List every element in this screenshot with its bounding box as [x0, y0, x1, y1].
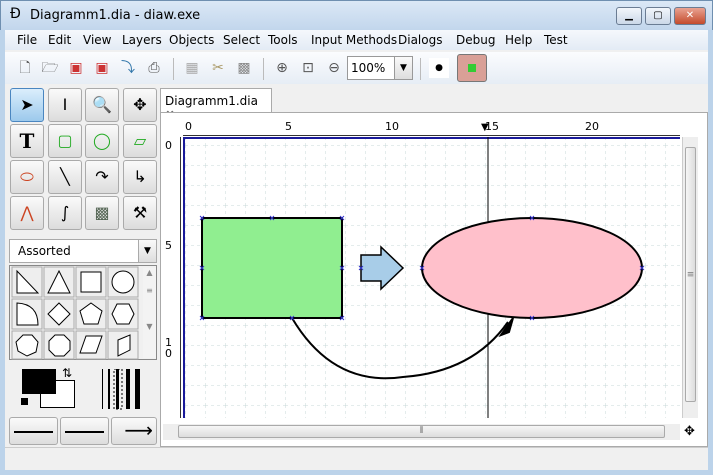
ruler-label: 20 [585, 120, 599, 133]
menu-test[interactable]: Test [544, 33, 568, 47]
snap-to-grid-icon[interactable]: ● [429, 58, 449, 78]
pointer-tool[interactable]: ➤ [10, 88, 44, 122]
vertical-scrollbar[interactable]: ≡ [682, 137, 698, 418]
close-button[interactable]: ✕ [674, 7, 706, 25]
window-title: Diagramm1.dia - diaw.exe [30, 8, 201, 23]
menu-layers[interactable]: Layers [122, 33, 162, 47]
open-icon[interactable]: 🗁 [40, 58, 60, 78]
ruler-label: 10 [385, 120, 399, 133]
menu-input-methods[interactable]: Input Methods [311, 33, 397, 47]
menu-dialogs[interactable]: Dialogs [398, 33, 442, 47]
tab-label: Diagramm1.dia [165, 94, 258, 108]
menu-tools[interactable]: Tools [268, 33, 298, 47]
ruler-label: 0 [165, 139, 172, 152]
navigate-icon[interactable]: ✥ [684, 424, 695, 439]
menu-edit[interactable]: Edit [48, 33, 71, 47]
vertical-ruler: 0 5 1 0 [163, 137, 181, 418]
line-style-button[interactable] [60, 417, 109, 445]
bezier-tool[interactable]: ∫ [48, 196, 82, 230]
line-width-selector[interactable] [100, 369, 145, 411]
magnify-tool[interactable]: 🔍 [85, 88, 119, 122]
zoom-dropdown-button[interactable]: ▼ [394, 56, 413, 80]
sheet-selector[interactable]: Assorted [9, 239, 157, 263]
zoom-in-icon[interactable]: ⊕ [272, 58, 292, 78]
tab-diagramm1[interactable]: Diagramm1.dia ✖ [160, 88, 272, 122]
menu-bar: File Edit View Layers Objects Select Too… [5, 30, 708, 50]
polyline-tool[interactable]: ⋀ [10, 196, 44, 230]
foreground-color-swatch[interactable] [22, 369, 56, 394]
start-arrow-button[interactable] [9, 417, 58, 445]
circle-shape [111, 270, 135, 294]
new-icon[interactable]: 🗋 [15, 58, 35, 78]
reset-colors-icon[interactable] [21, 398, 28, 405]
image-tool[interactable]: ▩ [85, 196, 119, 230]
beziergon-tool[interactable]: ⬭ [10, 160, 44, 194]
ruler-label: 5 [165, 239, 172, 252]
zoom-out-icon[interactable]: ⊖ [324, 58, 344, 78]
sheet-dropdown-button[interactable]: ▼ [138, 240, 156, 262]
copy-icon[interactable]: ▦ [182, 58, 202, 78]
horizontal-ruler: 0 5 10 15 20 ▼ [183, 119, 680, 136]
shape-palette-shapes [11, 266, 139, 360]
ellipse-tool[interactable]: ◯ [85, 124, 119, 158]
save-icon[interactable]: ▣ [66, 58, 86, 78]
maximize-button[interactable]: ▢ [645, 7, 671, 25]
ruler-label: 5 [285, 120, 292, 133]
ruler-label: 1 0 [165, 336, 172, 360]
snap-to-objects-icon[interactable] [457, 54, 487, 82]
zigzag-tool[interactable]: ↳ [123, 160, 157, 194]
menu-view[interactable]: View [83, 33, 111, 47]
cut-icon[interactable]: ✂ [208, 58, 228, 78]
scroll-tool[interactable]: ✥ [123, 88, 157, 122]
paste-icon[interactable]: ▩ [234, 58, 254, 78]
zoom-fit-icon[interactable]: ⊡ [298, 58, 318, 78]
export-icon[interactable]: ⤵ [118, 58, 138, 78]
outline-tool[interactable]: ⚒ [123, 196, 157, 230]
minimize-button[interactable]: ▁ [616, 7, 642, 25]
menu-debug[interactable]: Debug [456, 33, 495, 47]
diagram-drawing [185, 137, 680, 418]
end-arrow-button[interactable]: ⟶ [111, 417, 157, 445]
polygon-tool[interactable]: ▱ [123, 124, 157, 158]
menu-help[interactable]: Help [505, 33, 532, 47]
hexagon-shape [111, 303, 135, 325]
save-as-icon[interactable]: ▣ [92, 58, 112, 78]
pink-ellipse [421, 217, 643, 319]
green-rectangle [201, 217, 343, 319]
palette-scrollbar[interactable]: ▲ ≡ ▼ [143, 268, 156, 358]
line-tool[interactable]: ╲ [48, 160, 82, 194]
ruler-pointer-icon: ▼ [481, 122, 489, 133]
text-edit-tool[interactable]: I [48, 88, 82, 122]
swap-colors-icon[interactable]: ⇅ [62, 366, 72, 380]
arc-tool[interactable]: ↷ [85, 160, 119, 194]
square-shape [80, 271, 102, 293]
menu-select[interactable]: Select [223, 33, 260, 47]
status-bar [5, 447, 708, 469]
box-tool[interactable]: ▢ [48, 124, 82, 158]
text-tool[interactable]: T [10, 124, 44, 158]
horizontal-scrollbar[interactable]: ⦀ [163, 424, 680, 440]
app-icon: Ð [10, 6, 21, 22]
menu-objects[interactable]: Objects [169, 33, 214, 47]
print-icon[interactable]: ⎙ [144, 58, 164, 78]
menu-file[interactable]: File [17, 33, 37, 47]
ruler-label: 0 [185, 120, 192, 133]
octagon-shape [48, 334, 71, 357]
